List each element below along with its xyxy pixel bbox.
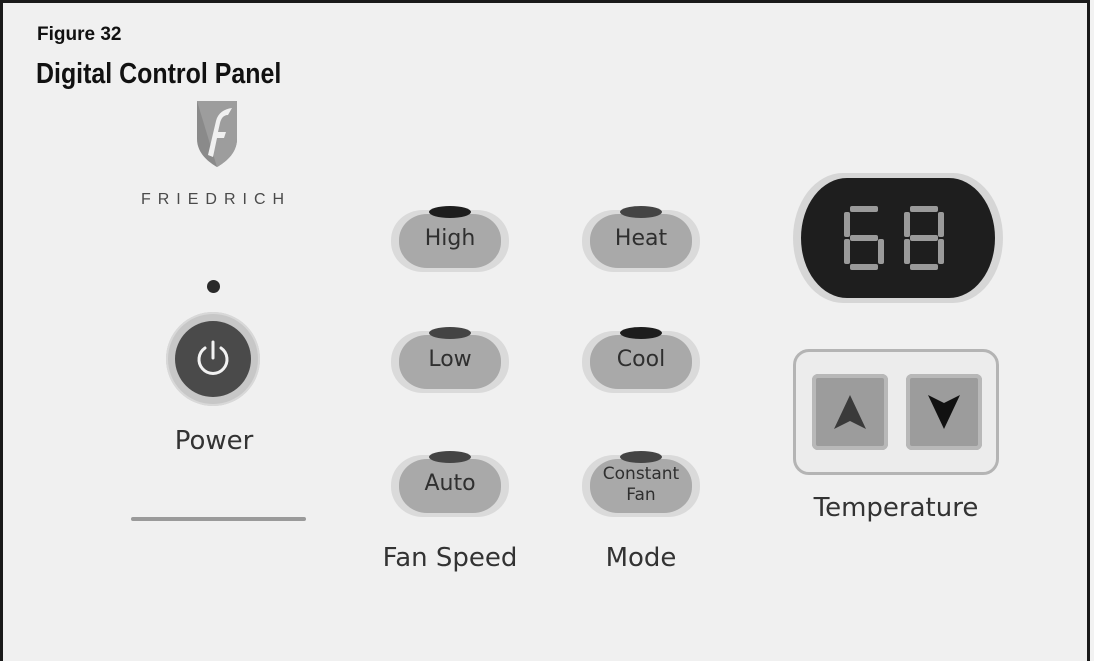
brand-name: FRIEDRICH (140, 191, 292, 208)
temperature-display-screen (801, 178, 995, 298)
display-segment (850, 264, 878, 270)
divider-line (131, 517, 306, 521)
mode-constant-fan-label-line1: Constant (602, 464, 680, 484)
power-icon (197, 340, 229, 375)
mode-heat-led (620, 206, 662, 218)
mode-constant-fan-label-line2: Fan (626, 485, 656, 505)
display-segment (910, 264, 938, 270)
display-segment (904, 212, 910, 237)
power-button[interactable] (166, 312, 260, 406)
power-label: Power (174, 426, 254, 456)
temperature-display (793, 173, 1003, 303)
fan-high-button[interactable]: High (391, 206, 509, 272)
display-segment (910, 235, 938, 241)
display-segment (844, 239, 850, 264)
power-button-face[interactable] (175, 321, 251, 397)
mode-cool-led (620, 327, 662, 339)
arrow-down-icon (928, 395, 960, 429)
friedrich-shield-logo-icon (197, 101, 237, 167)
fan-auto-led (429, 451, 471, 463)
fan-high-label: High (424, 226, 476, 251)
temperature-down-button[interactable] (906, 374, 982, 450)
fan-high-led (429, 206, 471, 218)
display-segment (910, 206, 938, 212)
fan-speed-label: Fan Speed (382, 543, 518, 573)
display-segment (844, 212, 850, 237)
fan-low-button[interactable]: Low (391, 327, 509, 393)
temperature-readout (844, 206, 944, 270)
figure-number: Figure 32 (37, 24, 122, 45)
power-indicator-led (207, 280, 220, 293)
mode-constant-fan-button[interactable]: Constant Fan (582, 451, 700, 517)
arrow-up-icon (834, 395, 866, 429)
display-segment (904, 239, 910, 264)
mode-heat-button[interactable]: Heat (582, 206, 700, 272)
mode-constant-fan-label: Constant Fan (582, 464, 700, 506)
fan-auto-label: Auto (424, 471, 476, 496)
display-segment (850, 235, 878, 241)
control-panel-figure: Figure 32 Digital Control Panel FRIEDRIC… (0, 0, 1090, 661)
mode-constant-fan-led (620, 451, 662, 463)
display-segment (938, 239, 944, 264)
display-segment (850, 206, 878, 212)
mode-heat-label: Heat (614, 226, 668, 251)
fan-auto-button[interactable]: Auto (391, 451, 509, 517)
display-segment (938, 212, 944, 237)
temperature-label: Temperature (813, 493, 979, 523)
mode-label: Mode (605, 543, 677, 573)
display-segment (878, 239, 884, 264)
figure-title: Digital Control Panel (36, 58, 282, 90)
temperature-controls (793, 349, 999, 475)
fan-low-label: Low (428, 347, 472, 372)
mode-cool-label: Cool (616, 347, 666, 372)
temperature-up-button[interactable] (812, 374, 888, 450)
fan-low-led (429, 327, 471, 339)
mode-cool-button[interactable]: Cool (582, 327, 700, 393)
